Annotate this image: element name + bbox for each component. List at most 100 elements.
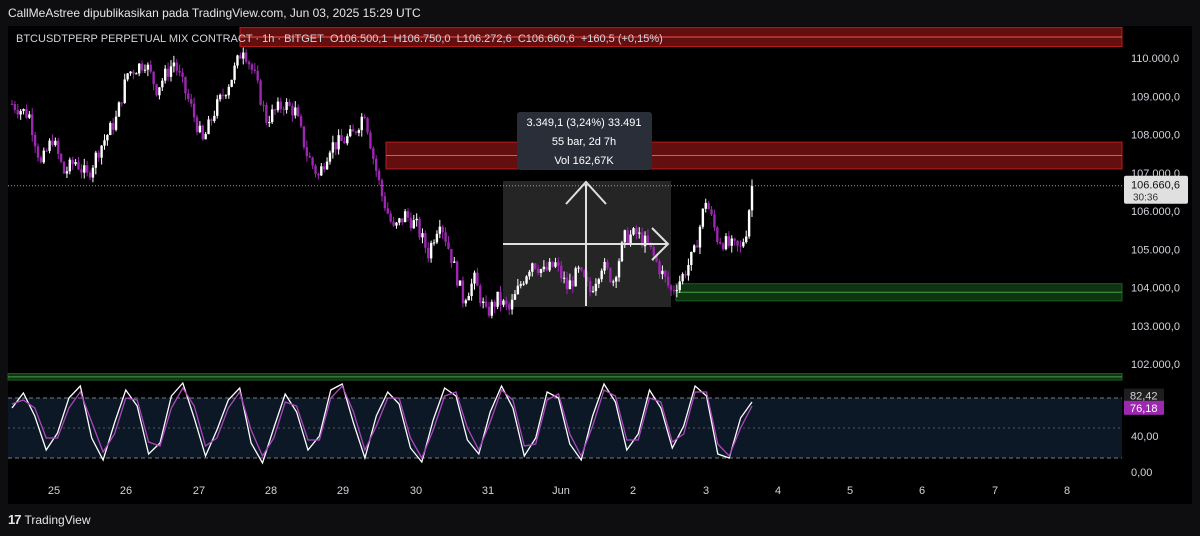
candle-body (574, 268, 577, 287)
close-value: 106.660,6 (525, 33, 575, 45)
candle-body (661, 270, 664, 275)
price-tick-label: 104.000,0 (1131, 283, 1180, 295)
candle-body (288, 101, 291, 106)
candle-body (10, 103, 14, 105)
candle-body (481, 301, 485, 304)
symbol-name[interactable]: BTCUSDTPERP PERPETUAL MIX CONTRACT · 1h … (16, 33, 324, 45)
candle-body (626, 230, 629, 244)
time-tick-label: Jun (552, 485, 570, 497)
candle-body (158, 87, 161, 96)
candle-body (109, 123, 112, 135)
candle-body (603, 261, 606, 271)
time-tick-label: 31 (482, 485, 494, 497)
time-tick-label: 7 (992, 485, 998, 497)
candle-body (296, 107, 300, 117)
candle-body (669, 285, 673, 291)
candle-body (534, 263, 537, 269)
candle-body (383, 196, 387, 209)
candle-body (458, 280, 462, 286)
candle-body (317, 173, 320, 176)
candle-body (554, 262, 557, 267)
candle-body (221, 94, 225, 96)
candle-body (727, 236, 731, 246)
candle-body (742, 242, 745, 247)
candle-body (522, 283, 525, 285)
candle-body (450, 249, 453, 263)
time-tick-label: 28 (265, 485, 277, 497)
candle-body (314, 165, 317, 174)
candle-body (74, 162, 77, 165)
osc-axis-label: 40,00 (1131, 431, 1159, 443)
candle-body (273, 109, 277, 111)
high-label: H (393, 33, 402, 45)
candle-body (68, 159, 72, 172)
candle-body (548, 261, 551, 271)
candle-body (591, 291, 595, 293)
price-tick-label: 105.000,0 (1131, 244, 1180, 256)
candle-body (340, 135, 343, 142)
candle-body (164, 68, 167, 81)
candle-body (750, 185, 754, 211)
candle-body (719, 242, 722, 244)
candle-body (360, 116, 363, 131)
candle-body (213, 115, 216, 121)
price-chart[interactable]: 110.000,0109.000,0108.000,0107.000,0106.… (0, 0, 1200, 536)
candle-body (510, 299, 514, 310)
candle-body (146, 64, 150, 70)
candle-body (325, 161, 329, 170)
candle-body (438, 226, 442, 234)
candle-body (132, 71, 135, 74)
candle-body (617, 261, 621, 278)
candle-body (57, 140, 60, 154)
candle-body (716, 227, 719, 243)
candle-body (143, 69, 147, 71)
candle-body (516, 285, 520, 295)
candle-body (42, 150, 45, 163)
candle-body (276, 101, 280, 111)
candle-body (594, 283, 598, 292)
candle-body (210, 119, 213, 121)
price-tag-countdown: 30:36 (1133, 193, 1158, 204)
high-value: 106.750,0 (401, 33, 451, 45)
candle-body (473, 272, 476, 284)
candle-body (406, 211, 410, 218)
candle-body (377, 170, 381, 181)
candle-body (137, 63, 141, 74)
candle-body (424, 233, 427, 248)
open-label: O (329, 33, 339, 45)
candle-body (638, 232, 641, 234)
time-tick-label: 5 (847, 485, 853, 497)
candle-body (111, 123, 115, 130)
osc-tag-current: 76,18 (1130, 403, 1158, 415)
candle-body (513, 294, 517, 300)
candle-body (395, 222, 398, 226)
candle-body (242, 52, 245, 59)
candle-body (216, 99, 219, 116)
candle-body (736, 240, 739, 246)
candle-body (155, 84, 158, 96)
candle-body (389, 213, 392, 222)
time-tick-label: 26 (120, 485, 132, 497)
price-tick-label: 103.000,0 (1131, 321, 1180, 333)
candle-body (279, 101, 283, 110)
candle-body (369, 132, 372, 149)
candle-body (698, 226, 702, 248)
candle-body (496, 291, 499, 307)
candle-body (435, 233, 439, 243)
time-tick-label: 27 (193, 485, 205, 497)
candle-body (623, 230, 627, 243)
tradingview-logo[interactable]: 17 TradingView (8, 512, 91, 527)
candle-body (181, 72, 184, 77)
candle-body (629, 234, 632, 244)
candle-body (36, 146, 40, 158)
candle-body (106, 134, 109, 141)
candle-body (305, 147, 309, 157)
time-tick-label: 3 (703, 485, 709, 497)
candle-body (690, 251, 693, 266)
candle-body (354, 131, 358, 133)
candle-body (588, 280, 592, 292)
candle-body (114, 116, 118, 130)
candle-body (747, 210, 751, 237)
candle-body (386, 208, 389, 214)
candle-body (580, 267, 583, 271)
